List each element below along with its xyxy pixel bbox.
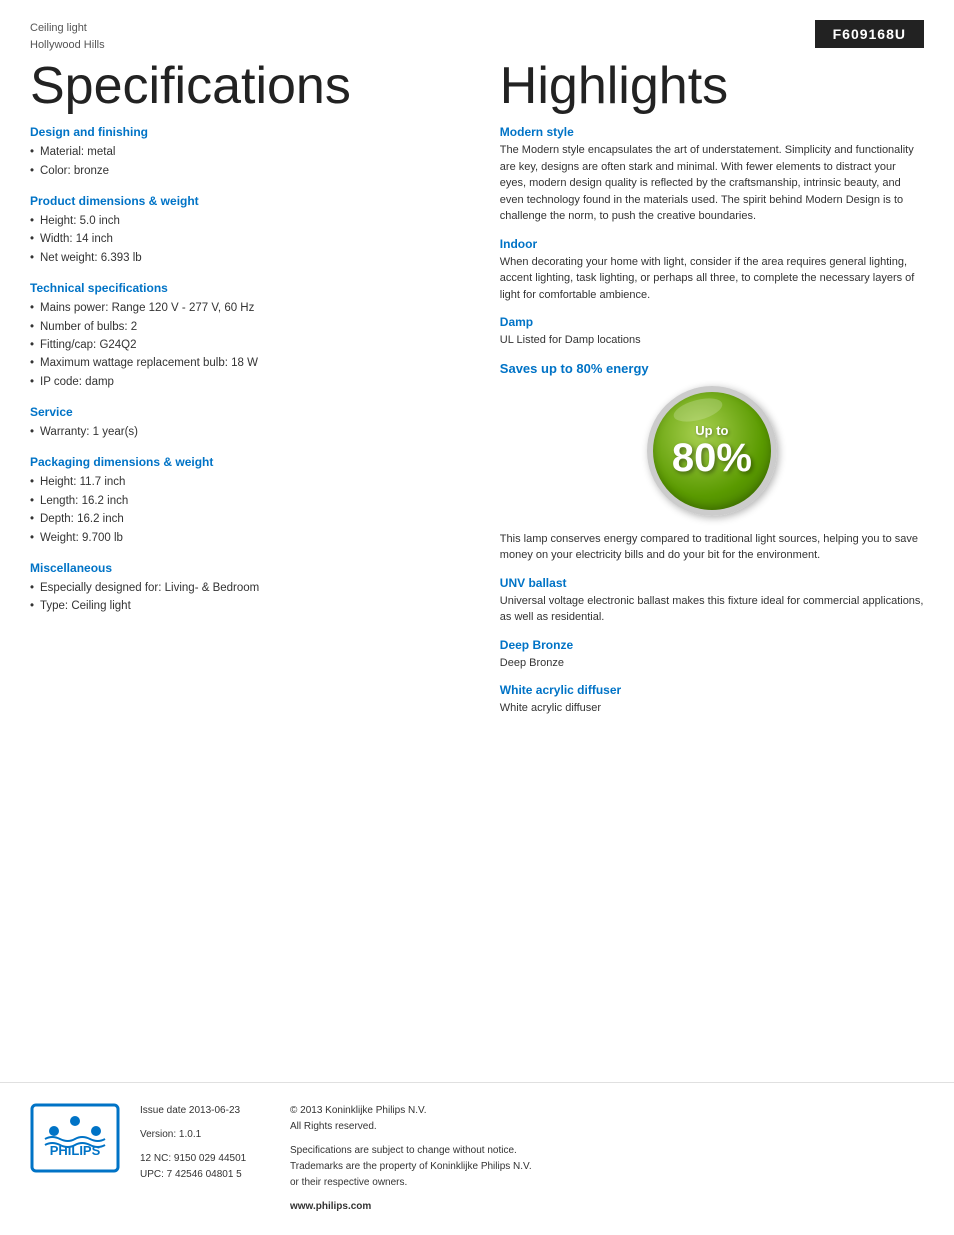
white-diffuser-text: White acrylic diffuser — [500, 700, 924, 717]
footer: PHILIPS Issue date 2013-06-23 Version: 1… — [0, 1082, 954, 1235]
damp-text: UL Listed for Damp locations — [500, 332, 924, 349]
product-dimensions-section: Product dimensions & weight Height: 5.0 … — [30, 194, 460, 267]
prod-dim-item-1: Height: 5.0 inch — [30, 212, 460, 230]
prod-dim-item-3: Net weight: 6.393 lb — [30, 249, 460, 267]
footer-col3: © 2013 Koninklijke Philips N.V. All Righ… — [290, 1103, 924, 1215]
indoor-title: Indoor — [500, 237, 924, 251]
energy-percent: 80% — [672, 438, 752, 478]
nc-upc: 12 NC: 9150 029 44501 UPC: 7 42546 04801… — [140, 1151, 270, 1183]
specs-notice: Specifications are subject to change wit… — [290, 1143, 924, 1191]
tech-item-2: Number of bulbs: 2 — [30, 318, 460, 336]
highlights-title: Highlights — [500, 58, 924, 115]
misc-item-2: Type: Ceiling light — [30, 597, 460, 615]
modern-style-text: The Modern style encapsulates the art of… — [500, 142, 924, 225]
unv-ballast-section: UNV ballast Universal voltage electronic… — [500, 576, 924, 626]
product-dimensions-title: Product dimensions & weight — [30, 194, 460, 208]
service-section: Service Warranty: 1 year(s) — [30, 405, 460, 441]
packaging-list: Height: 11.7 inch Length: 16.2 inch Dept… — [30, 473, 460, 547]
product-type-block: Ceiling light Hollywood Hills — [30, 20, 105, 53]
modern-style-title: Modern style — [500, 125, 924, 139]
white-diffuser-section: White acrylic diffuser White acrylic dif… — [500, 683, 924, 717]
service-item-1: Warranty: 1 year(s) — [30, 423, 460, 441]
pack-item-4: Weight: 9.700 lb — [30, 529, 460, 547]
website: www.philips.com — [290, 1199, 924, 1215]
deep-bronze-text: Deep Bronze — [500, 655, 924, 672]
misc-list: Especially designed for: Living- & Bedro… — [30, 579, 460, 616]
design-section: Design and finishing Material: metal Col… — [30, 125, 460, 180]
deep-bronze-title: Deep Bronze — [500, 638, 924, 652]
model-number-badge: F609168U — [815, 20, 924, 48]
design-item-1: Material: metal — [30, 143, 460, 161]
page-title: Specifications — [30, 58, 460, 115]
unv-ballast-title: UNV ballast — [500, 576, 924, 590]
product-category: Ceiling light — [30, 20, 105, 37]
modern-style-section: Modern style The Modern style encapsulat… — [500, 125, 924, 225]
service-title: Service — [30, 405, 460, 419]
pack-item-3: Depth: 16.2 inch — [30, 510, 460, 528]
indoor-section: Indoor When decorating your home with li… — [500, 237, 924, 304]
header: Ceiling light Hollywood Hills F609168U — [0, 0, 954, 53]
technical-title: Technical specifications — [30, 281, 460, 295]
spec-col-right: Service Warranty: 1 year(s) Packaging di… — [30, 405, 460, 630]
misc-title: Miscellaneous — [30, 561, 460, 575]
issue-date: Issue date 2013-06-23 — [140, 1103, 270, 1119]
technical-list: Mains power: Range 120 V - 277 V, 60 Hz … — [30, 299, 460, 391]
design-list: Material: metal Color: bronze — [30, 143, 460, 180]
version: Version: 1.0.1 — [140, 1127, 270, 1143]
white-diffuser-title: White acrylic diffuser — [500, 683, 924, 697]
saves-energy-title: Saves up to 80% energy — [500, 361, 924, 376]
saves-energy-section: Saves up to 80% energy Up to 80% This la… — [500, 361, 924, 564]
packaging-title: Packaging dimensions & weight — [30, 455, 460, 469]
service-list: Warranty: 1 year(s) — [30, 423, 460, 441]
design-title: Design and finishing — [30, 125, 460, 139]
spec-sub-columns: Service Warranty: 1 year(s) Packaging di… — [30, 405, 460, 630]
unv-ballast-text: Universal voltage electronic ballast mak… — [500, 593, 924, 626]
product-name: Hollywood Hills — [30, 37, 105, 54]
tech-item-5: IP code: damp — [30, 373, 460, 391]
product-dimensions-list: Height: 5.0 inch Width: 14 inch Net weig… — [30, 212, 460, 267]
copyright: © 2013 Koninklijke Philips N.V. All Righ… — [290, 1103, 924, 1135]
prod-dim-item-2: Width: 14 inch — [30, 230, 460, 248]
energy-description: This lamp conserves energy compared to t… — [500, 531, 924, 564]
deep-bronze-section: Deep Bronze Deep Bronze — [500, 638, 924, 672]
footer-col1: Issue date 2013-06-23 Version: 1.0.1 12 … — [140, 1103, 270, 1215]
tech-item-4: Maximum wattage replacement bulb: 18 W — [30, 354, 460, 372]
main-content: Specifications Design and finishing Mate… — [0, 53, 954, 729]
tech-item-3: Fitting/cap: G24Q2 — [30, 336, 460, 354]
pack-item-1: Height: 11.7 inch — [30, 473, 460, 491]
technical-section: Technical specifications Mains power: Ra… — [30, 281, 460, 391]
energy-badge-container: Up to 80% — [500, 386, 924, 516]
page: Ceiling light Hollywood Hills F609168U S… — [0, 0, 954, 1235]
pack-item-2: Length: 16.2 inch — [30, 492, 460, 510]
packaging-section: Packaging dimensions & weight Height: 11… — [30, 455, 460, 547]
highlights-column: Highlights Modern style The Modern style… — [480, 53, 924, 729]
specifications-column: Specifications Design and finishing Mate… — [30, 53, 480, 729]
philips-logo: PHILIPS — [30, 1103, 120, 1173]
damp-section: Damp UL Listed for Damp locations — [500, 315, 924, 349]
damp-title: Damp — [500, 315, 924, 329]
footer-details: Issue date 2013-06-23 Version: 1.0.1 12 … — [140, 1103, 924, 1215]
energy-badge: Up to 80% — [647, 386, 777, 516]
tech-item-1: Mains power: Range 120 V - 277 V, 60 Hz — [30, 299, 460, 317]
misc-item-1: Especially designed for: Living- & Bedro… — [30, 579, 460, 597]
misc-section: Miscellaneous Especially designed for: L… — [30, 561, 460, 616]
design-item-2: Color: bronze — [30, 162, 460, 180]
indoor-text: When decorating your home with light, co… — [500, 254, 924, 304]
